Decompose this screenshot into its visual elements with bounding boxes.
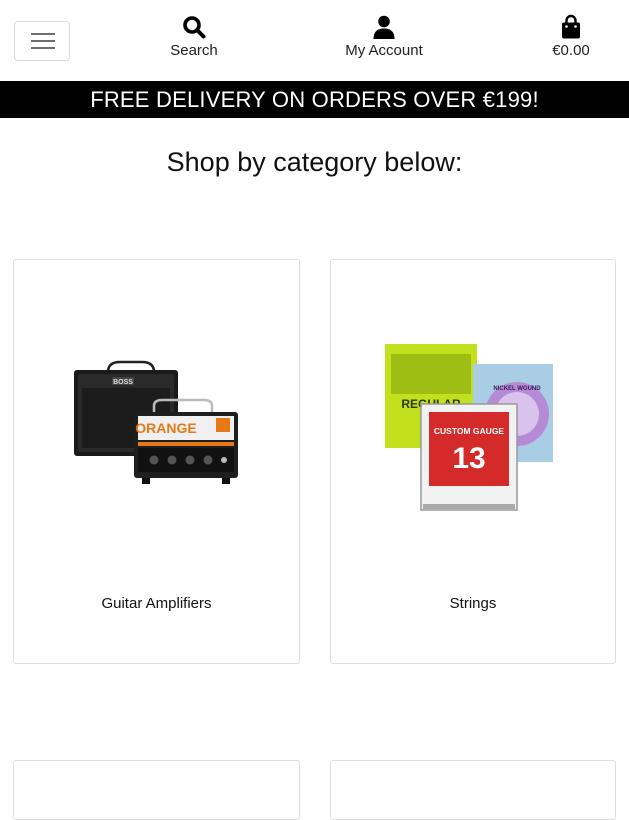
category-card-guitar-amplifiers[interactable]: BOSS ORANGE Guitar Amplifiers (13, 259, 300, 664)
guitar-amplifiers-image: BOSS ORANGE (73, 360, 238, 484)
category-label: Guitar Amplifiers (101, 595, 212, 612)
boss-logo-text: BOSS (113, 379, 133, 386)
hamburger-line (31, 33, 55, 35)
category-card[interactable] (13, 760, 300, 820)
my-account-link[interactable]: My Account (334, 14, 434, 66)
category-card[interactable] (330, 760, 616, 820)
menu-toggle-button[interactable] (14, 21, 70, 61)
gauge-number-text: 13 (452, 442, 485, 475)
my-account-label: My Account (345, 42, 423, 59)
bag-total: €0.00 (552, 42, 590, 59)
nickel-wound-pack-text: NICKEL WOUND (493, 386, 541, 392)
page-heading: Shop by category below: (166, 147, 463, 177)
shopping-bag-link[interactable]: €0.00 (536, 14, 606, 66)
custom-gauge-pack-text: CUSTOM GAUGE (434, 426, 505, 436)
category-card-strings[interactable]: REGULAR NICKEL WOUND CUSTOM GAUGE 13 Str… (330, 259, 616, 664)
hamburger-line (31, 40, 55, 42)
site-header: Search My Account €0.00 (0, 0, 629, 81)
orange-logo-text: ORANGE (135, 420, 196, 436)
search-link[interactable]: Search (158, 14, 230, 66)
free-delivery-banner: FREE DELIVERY ON ORDERS OVER €199! (0, 81, 629, 118)
user-icon (373, 15, 395, 39)
guitar-strings-image: REGULAR NICKEL WOUND CUSTOM GAUGE 13 (385, 344, 553, 511)
search-label: Search (170, 42, 218, 59)
category-label: Strings (449, 595, 497, 612)
hamburger-line (31, 47, 55, 49)
shopping-bag-icon (562, 14, 580, 39)
search-icon (183, 16, 206, 39)
